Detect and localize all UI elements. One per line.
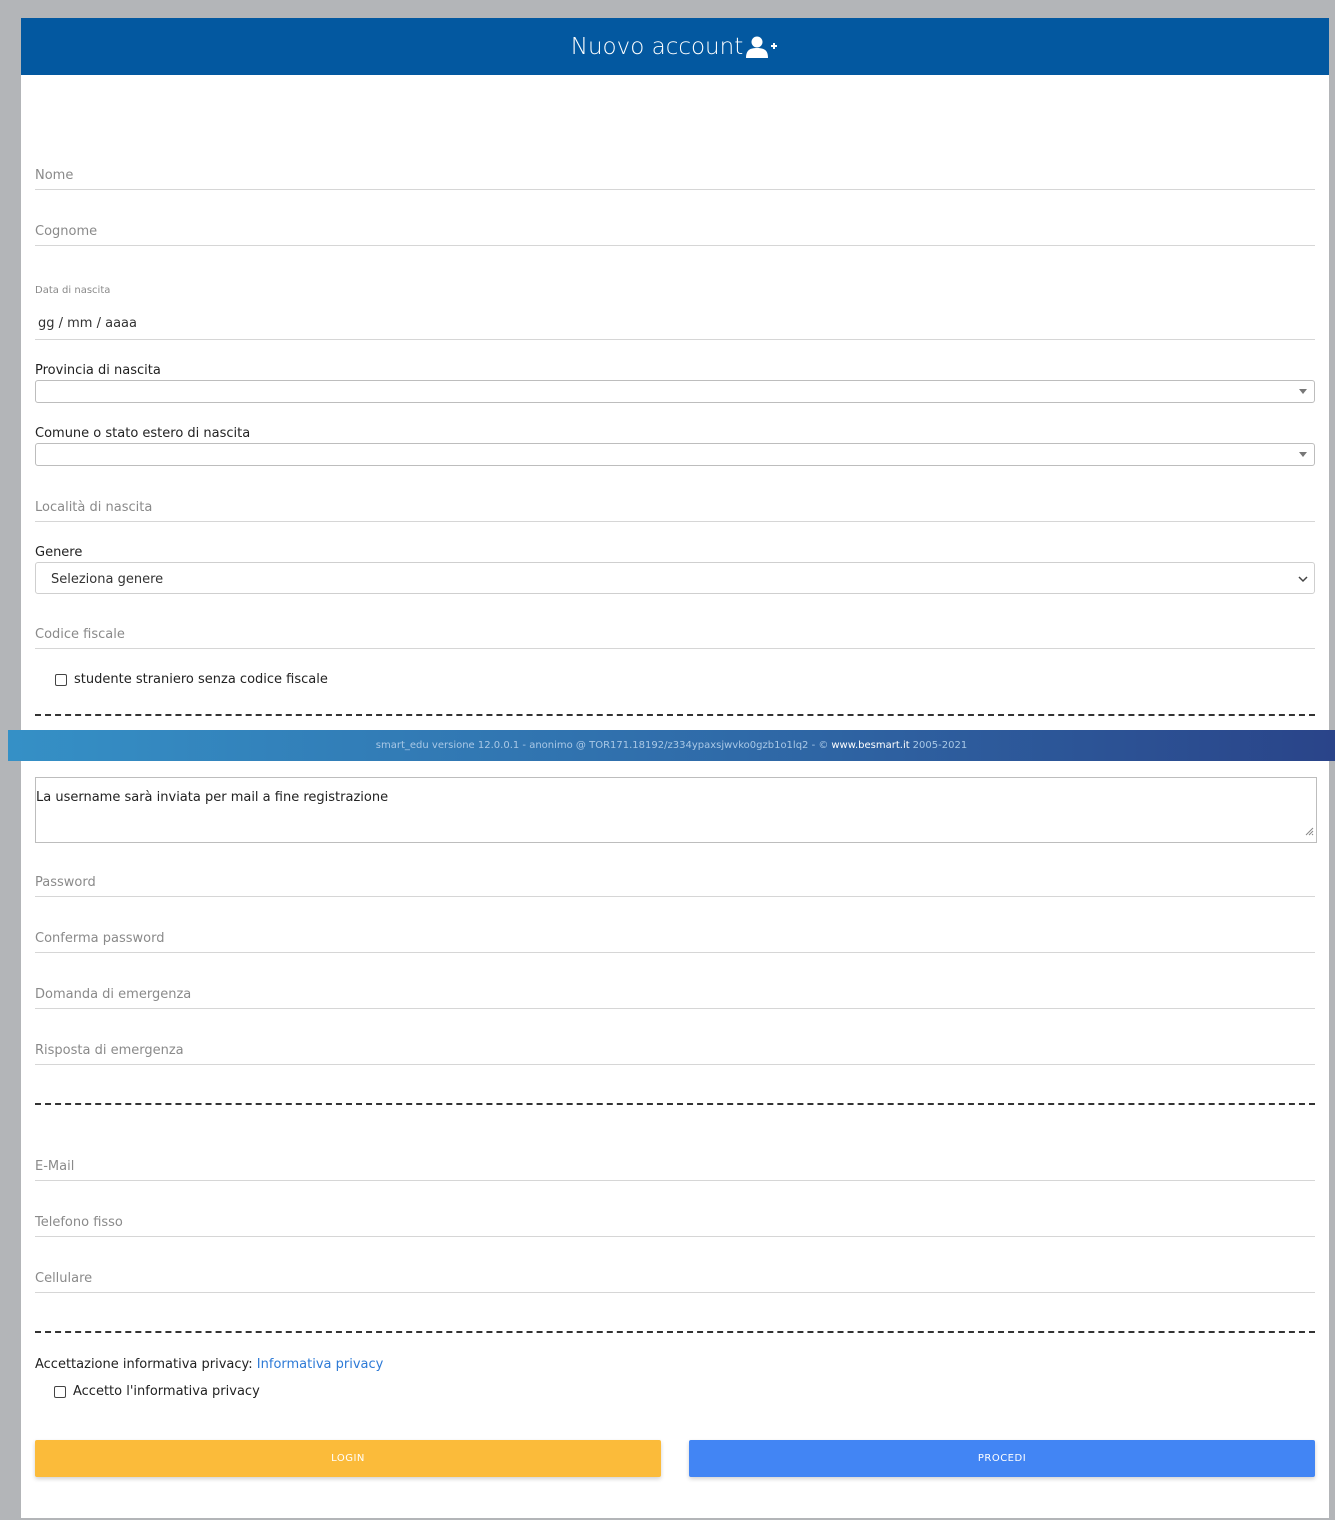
registration-card: Nuovo account Nome Cognome Data di nasci…	[21, 18, 1329, 1518]
provincia-select[interactable]	[35, 380, 1315, 403]
provincia-label: Provincia di nascita	[35, 363, 161, 378]
version-text: smart_edu versione 12.0.0.1 - anonimo @ …	[375, 740, 829, 751]
section-divider	[35, 1103, 1315, 1105]
cellulare-placeholder: Cellulare	[35, 1271, 93, 1286]
privacy-checkbox-row[interactable]: Accetto l'informativa privacy	[54, 1384, 260, 1399]
caret-down-icon	[1299, 452, 1307, 457]
nome-input[interactable]: Nome	[35, 158, 1315, 190]
telefono-placeholder: Telefono fisso	[35, 1215, 123, 1230]
privacy-link[interactable]: Informativa privacy	[257, 1357, 384, 1372]
data-nascita-label: Data di nascita	[35, 285, 111, 296]
chevron-down-icon	[1298, 571, 1308, 590]
cognome-placeholder: Cognome	[35, 224, 98, 239]
username-note-textarea[interactable]: La username sarà inviata per mail a fine…	[35, 777, 1317, 843]
domanda-emergenza-placeholder: Domanda di emergenza	[35, 987, 192, 1002]
risposta-emergenza-input[interactable]: Risposta di emergenza	[35, 1034, 1315, 1065]
caret-down-icon	[1299, 389, 1307, 394]
codice-fiscale-input[interactable]: Codice fiscale	[35, 617, 1315, 649]
besmart-link[interactable]: www.besmart.it	[831, 740, 909, 751]
section-divider	[35, 714, 1315, 716]
localita-placeholder: Località di nascita	[35, 500, 153, 515]
email-placeholder: E-Mail	[35, 1159, 75, 1174]
genere-select[interactable]: Seleziona genere	[35, 562, 1315, 594]
genere-selected-value: Seleziona genere	[51, 572, 164, 587]
email-input[interactable]: E-Mail	[35, 1150, 1315, 1181]
privacy-line: Accettazione informativa privacy: Inform…	[35, 1357, 383, 1372]
comune-select[interactable]	[35, 443, 1315, 466]
copyright-years: 2005-2021	[912, 740, 968, 751]
localita-input[interactable]: Località di nascita	[35, 490, 1315, 522]
genere-label: Genere	[35, 545, 83, 560]
comune-label: Comune o stato estero di nascita	[35, 426, 251, 441]
page-title: Nuovo account	[570, 33, 744, 60]
password-placeholder: Password	[35, 875, 96, 890]
conferma-password-placeholder: Conferma password	[35, 931, 165, 946]
straniero-checkbox[interactable]	[55, 673, 67, 686]
cognome-input[interactable]: Cognome	[35, 214, 1315, 246]
conferma-password-input[interactable]: Conferma password	[35, 922, 1315, 953]
cellulare-input[interactable]: Cellulare	[35, 1262, 1315, 1293]
telefono-input[interactable]: Telefono fisso	[35, 1206, 1315, 1237]
procedi-button[interactable]: PROCEDI	[689, 1440, 1315, 1477]
page-header: Nuovo account	[21, 18, 1329, 75]
risposta-emergenza-placeholder: Risposta di emergenza	[35, 1043, 184, 1058]
user-plus-icon	[745, 35, 779, 59]
nome-placeholder: Nome	[35, 168, 74, 183]
section-divider	[35, 1331, 1315, 1333]
privacy-checkbox[interactable]	[54, 1385, 66, 1398]
login-button[interactable]: LOGIN	[35, 1440, 661, 1477]
password-input[interactable]: Password	[35, 866, 1315, 897]
domanda-emergenza-input[interactable]: Domanda di emergenza	[35, 978, 1315, 1009]
codice-fiscale-placeholder: Codice fiscale	[35, 627, 125, 642]
data-nascita-value: gg / mm / aaaa	[38, 316, 137, 331]
straniero-checkbox-label: studente straniero senza codice fiscale	[74, 672, 328, 687]
privacy-label: Accettazione informativa privacy:	[35, 1357, 253, 1372]
privacy-checkbox-label: Accetto l'informativa privacy	[73, 1384, 260, 1399]
resize-grip-icon[interactable]	[1305, 821, 1314, 840]
version-footer: smart_edu versione 12.0.0.1 - anonimo @ …	[8, 730, 1335, 761]
username-note-text: La username sarà inviata per mail a fine…	[36, 790, 389, 805]
straniero-checkbox-row[interactable]: studente straniero senza codice fiscale	[55, 672, 328, 687]
data-nascita-input[interactable]: gg / mm / aaaa	[35, 304, 1315, 340]
